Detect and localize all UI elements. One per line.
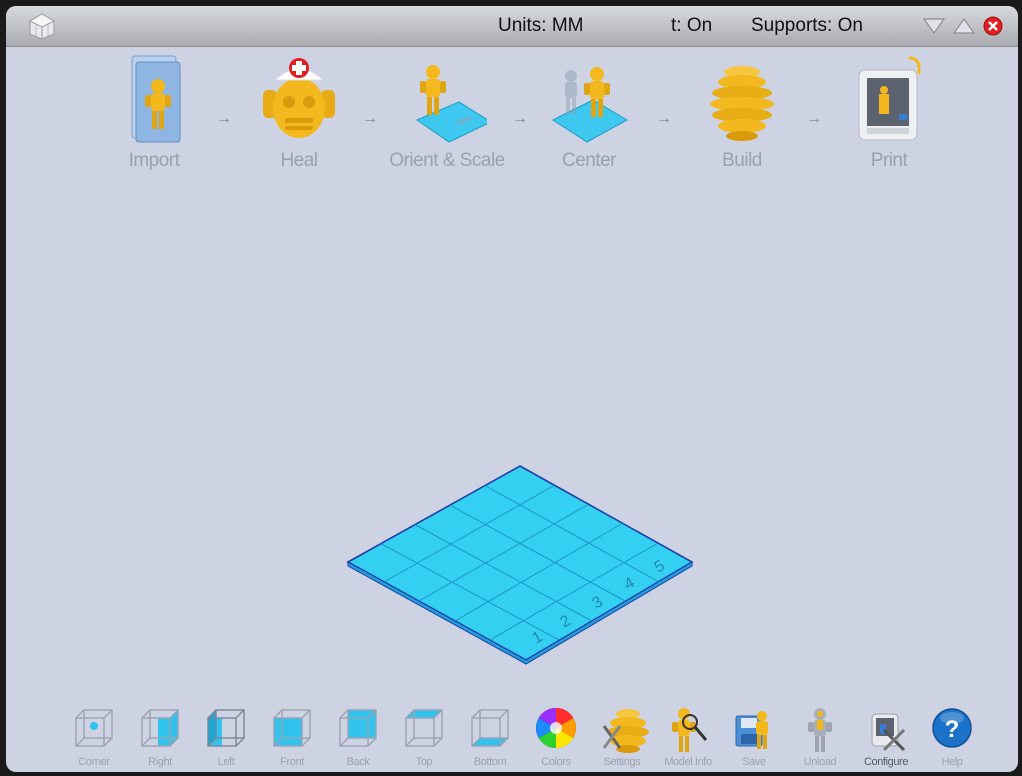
step-arrow-icon: → [216, 110, 232, 127]
view-back-button[interactable]: Back [328, 700, 388, 772]
step-print[interactable]: Print [829, 50, 949, 190]
step-import[interactable]: Import [94, 50, 214, 190]
tool-label: Unload [803, 756, 837, 768]
step-build[interactable]: Build [682, 50, 802, 190]
tool-label: Save [742, 756, 766, 768]
color-wheel-icon [536, 708, 576, 748]
workflow-steps: Import → Heal → Orient & Scale → Center … [6, 50, 1018, 190]
app-logo-icon[interactable] [28, 12, 56, 40]
tool-label: Corner [78, 756, 110, 768]
view-front-icon [273, 709, 311, 747]
import-icon [131, 55, 181, 143]
model-info-icon [672, 708, 708, 752]
tool-label: Model Info [664, 756, 712, 768]
view-toolbar: Corner Right Left Front Back Top Bottom … [6, 700, 1018, 772]
center-icon [551, 67, 629, 143]
tool-label: Help [941, 756, 963, 768]
model-info-button[interactable]: Model Info [658, 700, 718, 772]
supports-indicator[interactable]: Supports: On [751, 15, 863, 37]
unload-icon [808, 708, 832, 752]
view-top-button[interactable]: Top [394, 700, 454, 772]
step-arrow-icon: → [512, 110, 528, 127]
units-indicator[interactable]: Units: MM [498, 15, 584, 37]
title-bar: Units: MM t: On Supports: On [6, 6, 1018, 47]
colors-button[interactable]: Colors [526, 700, 586, 772]
view-corner-button[interactable]: Corner [64, 700, 124, 772]
tool-label: Right [148, 756, 172, 768]
tool-label: Settings [603, 756, 641, 768]
step-arrow-icon: → [806, 110, 822, 127]
view-left-icon [207, 709, 245, 747]
view-right-button[interactable]: Right [130, 700, 190, 772]
step-label: Build [722, 150, 762, 171]
tool-label: Bottom [473, 756, 507, 768]
configure-icon [871, 713, 906, 752]
step-label: Orient & Scale [389, 150, 505, 171]
printer-icon [858, 56, 921, 141]
step-label: Center [561, 150, 617, 171]
build-icon [710, 66, 774, 141]
view-bottom-button[interactable]: Bottom [460, 700, 520, 772]
maximize-triangle-icon[interactable] [952, 15, 976, 37]
minimize-triangle-icon[interactable] [922, 15, 946, 37]
settings-icon [602, 709, 649, 753]
view-back-icon [339, 709, 377, 747]
help-icon: ? [932, 708, 972, 748]
step-heal[interactable]: Heal [239, 50, 359, 190]
tool-label: Configure [863, 756, 909, 768]
settings-button[interactable]: Settings [592, 700, 652, 772]
close-icon[interactable] [982, 15, 1004, 37]
view-bottom-icon [471, 709, 509, 747]
view-right-icon [141, 709, 179, 747]
view-top-icon [405, 709, 443, 747]
save-icon [735, 711, 768, 749]
help-button[interactable]: ? Help [922, 700, 982, 772]
tool-label: Front [280, 756, 304, 768]
orient-scale-icon [415, 65, 487, 143]
view-corner-icon [75, 709, 113, 747]
step-label: Print [870, 150, 908, 171]
build-plate[interactable]: 1 2 3 4 5 [346, 458, 698, 668]
step-center[interactable]: Center [529, 50, 649, 190]
step-arrow-icon: → [656, 110, 672, 127]
heal-icon [263, 58, 335, 138]
tool-label: Back [346, 756, 370, 768]
step-arrow-icon: → [362, 110, 378, 127]
tool-label: Colors [541, 756, 571, 768]
step-orient-scale[interactable]: Orient & Scale [387, 50, 507, 190]
save-button[interactable]: Save [724, 700, 784, 772]
app-window: Units: MM t: On Supports: On Import → He… [6, 6, 1018, 772]
unload-button[interactable]: Unload [790, 700, 850, 772]
tool-label: Top [415, 756, 433, 768]
view-left-button[interactable]: Left [196, 700, 256, 772]
view-front-button[interactable]: Front [262, 700, 322, 772]
step-label: Import [128, 150, 180, 171]
tool-label: Left [217, 756, 235, 768]
toggle-indicator[interactable]: t: On [671, 15, 712, 37]
configure-button[interactable]: Configure [856, 700, 916, 772]
svg-text:?: ? [945, 716, 960, 743]
step-label: Heal [280, 150, 318, 171]
